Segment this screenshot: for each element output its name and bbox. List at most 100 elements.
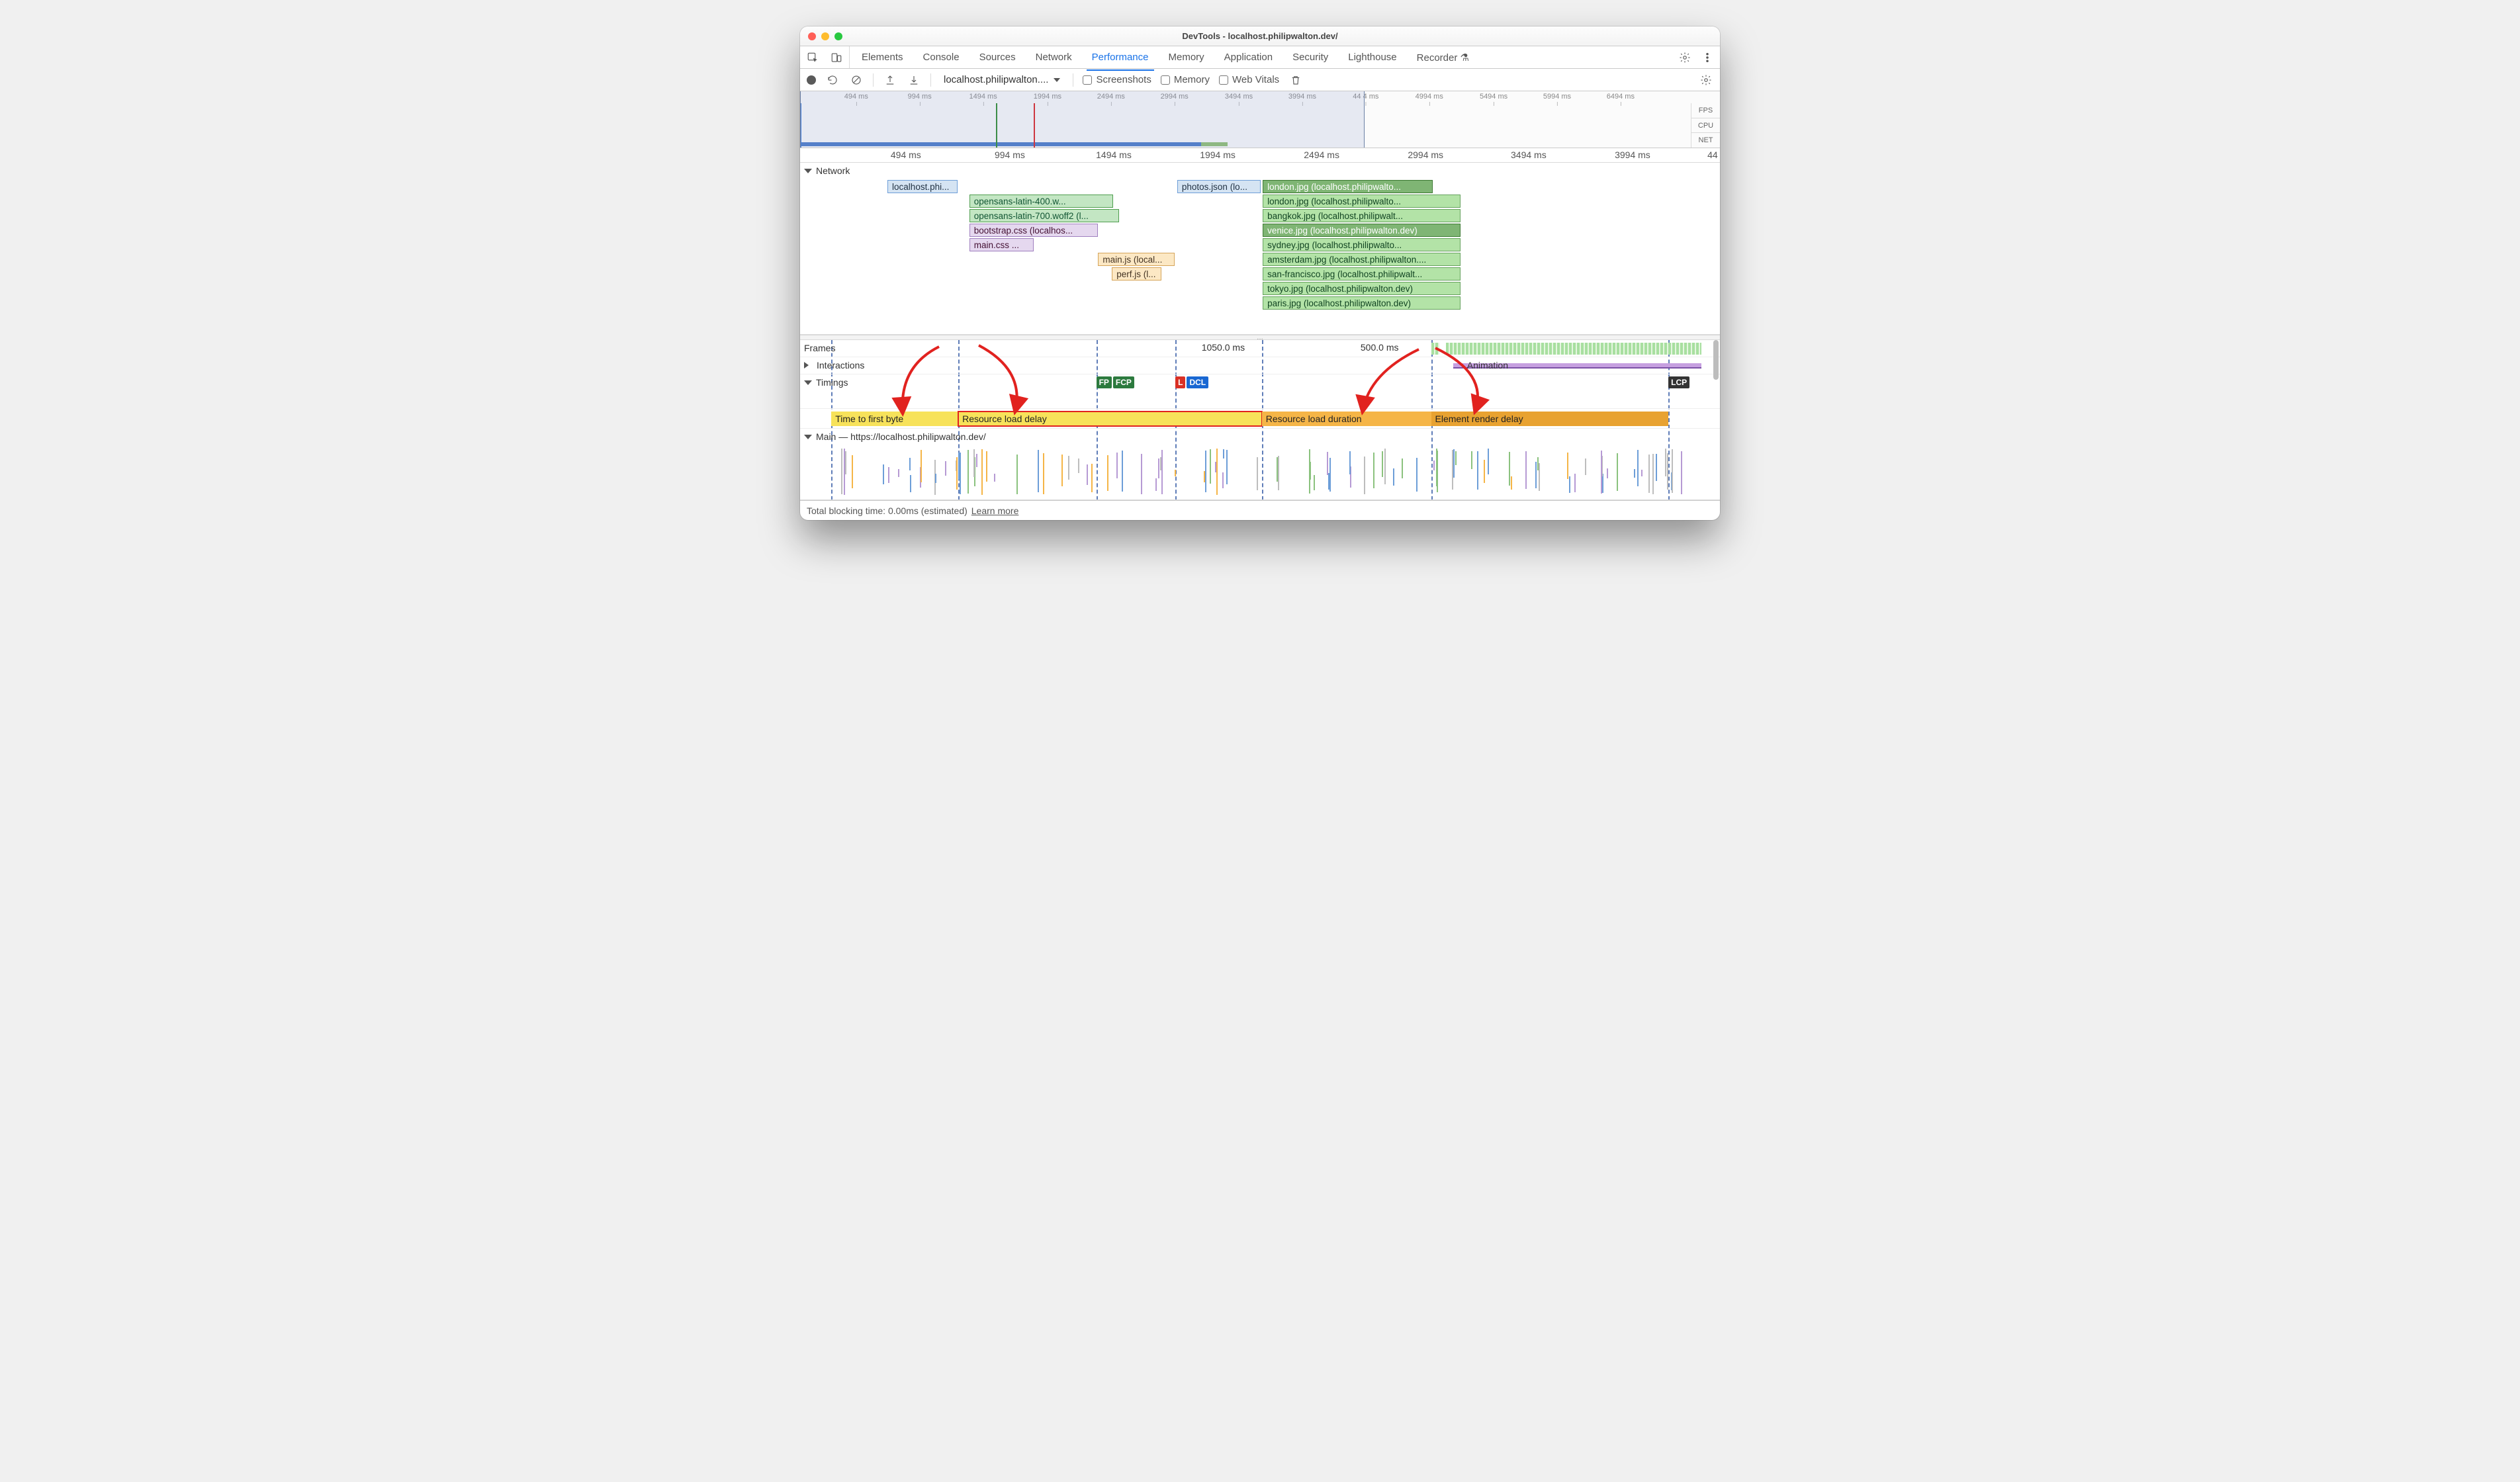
flame-slice[interactable] [1681,451,1682,494]
webvitals-checkbox[interactable]: Web Vitals [1219,74,1279,85]
flame-slice[interactable] [1393,468,1394,486]
network-request[interactable]: tokyo.jpg (localhost.philipwalton.dev) [1263,282,1461,295]
flame-slice[interactable] [1038,450,1039,492]
flame-slice[interactable] [1384,449,1386,484]
flame-slice[interactable] [1484,460,1485,483]
flame-slice[interactable] [1223,449,1224,458]
flame-slice[interactable] [935,474,936,484]
record-button-icon[interactable] [807,75,816,85]
flame-slice[interactable] [1634,469,1635,478]
flame-slice[interactable] [1453,449,1455,478]
tab-performance[interactable]: Performance [1091,48,1150,67]
frames-row[interactable]: Frames 1050.0 ms 500.0 ms [800,340,1720,357]
flame-slice[interactable] [845,451,846,474]
network-request[interactable]: paris.jpg (localhost.philipwalton.dev) [1263,296,1461,310]
network-request[interactable]: bootstrap.css (localhos... [969,224,1099,237]
zoom-icon[interactable] [834,32,842,40]
learn-more-link[interactable]: Learn more [971,505,1019,516]
network-request[interactable]: amsterdam.jpg (localhost.philipwalton...… [1263,253,1461,266]
network-track[interactable]: localhost.phi...opensans-latin-400.w...o… [800,179,1720,335]
inspect-element-icon[interactable] [805,50,820,65]
flame-slice[interactable] [1122,451,1123,492]
close-icon[interactable] [808,32,816,40]
tab-elements[interactable]: Elements [860,48,905,67]
flame-slice[interactable] [1161,450,1163,494]
flame-slice[interactable] [1656,454,1657,481]
flame-slice[interactable] [898,469,899,476]
flame-slice[interactable] [960,453,961,494]
tab-memory[interactable]: Memory [1167,48,1206,67]
network-request[interactable]: main.js (local... [1098,253,1174,266]
clear-icon[interactable] [849,73,864,87]
flame-slice[interactable] [1488,449,1489,474]
network-request[interactable]: bangkok.jpg (localhost.philipwalt... [1263,209,1461,222]
flame-slice[interactable] [1637,450,1639,486]
flame-slice[interactable] [1416,458,1418,492]
flame-slice[interactable] [883,464,884,484]
tab-network[interactable]: Network [1034,48,1073,67]
profile-select[interactable]: localhost.philipwalton.... [940,72,1063,87]
flame-slice[interactable] [1226,450,1228,484]
network-request[interactable]: opensans-latin-700.woff2 (l... [969,209,1120,222]
flame-slice[interactable] [1648,455,1650,493]
flame-slice[interactable] [1210,449,1211,484]
tab-recorder[interactable]: Recorder ⚗ [1416,48,1470,67]
flame-slice[interactable] [1511,476,1512,490]
network-request[interactable]: london.jpg (localhost.philipwalto... [1263,180,1433,193]
flame-slice[interactable] [1068,456,1069,480]
flame-slice[interactable] [1672,449,1673,494]
lcp-breakdown-row[interactable]: Time to first byte Resource load delay R… [800,409,1720,429]
flame-slice[interactable] [841,449,842,494]
device-toolbar-icon[interactable] [829,50,844,65]
flame-slice[interactable] [1091,464,1093,492]
upload-icon[interactable] [883,73,897,87]
flame-slice[interactable] [1216,449,1218,495]
flame-slice[interactable] [1402,458,1403,478]
flame-slice[interactable] [1537,457,1539,470]
flame-slice[interactable] [1525,451,1527,490]
flame-slice[interactable] [1477,451,1478,490]
flame-slice[interactable] [1043,453,1044,494]
minimize-icon[interactable] [821,32,829,40]
main-thread-row[interactable]: Main — https://localhost.philipwalton.de… [800,429,1720,500]
flame-slice[interactable] [910,475,911,492]
flame-slice[interactable] [1205,451,1206,493]
flame-slice[interactable] [1652,454,1654,495]
flame-slice[interactable] [1078,458,1079,473]
flame-slice[interactable] [1437,451,1438,493]
flame-slice[interactable] [958,453,960,480]
flame-slice[interactable] [994,474,995,482]
flame-slice[interactable] [1116,453,1118,478]
interactions-row[interactable]: Interactions Animation [800,357,1720,374]
network-request[interactable]: london.jpg (localhost.philipwalto... [1263,195,1461,208]
network-request[interactable]: photos.json (lo... [1177,180,1261,193]
capture-settings-gear-icon[interactable] [1699,73,1713,87]
flame-slice[interactable] [976,454,977,467]
flame-slice[interactable] [1641,470,1642,476]
network-request[interactable]: opensans-latin-400.w... [969,195,1113,208]
flame-slice[interactable] [1314,475,1315,490]
network-request[interactable]: sydney.jpg (localhost.philipwalto... [1263,238,1461,251]
scrollbar[interactable] [1712,340,1719,500]
flame-slice[interactable] [1364,457,1365,495]
settings-gear-icon[interactable] [1678,50,1692,65]
flame-slice[interactable] [1329,458,1331,492]
flame-slice[interactable] [1155,478,1157,491]
flame-slice[interactable] [1373,453,1374,488]
flame-slice[interactable] [1617,453,1618,491]
flame-slice[interactable] [1158,458,1159,478]
screenshots-checkbox[interactable]: Screenshots [1083,74,1151,85]
download-icon[interactable] [907,73,921,87]
flame-slice[interactable] [968,450,969,494]
kebab-menu-icon[interactable] [1700,50,1715,65]
flame-slice[interactable] [844,449,845,495]
flame-slice[interactable] [909,458,911,471]
scrollbar-thumb[interactable] [1713,340,1719,380]
flame-slice[interactable] [888,467,889,482]
memory-checkbox[interactable]: Memory [1161,74,1210,85]
network-request[interactable]: san-francisco.jpg (localhost.philipwalt.… [1263,267,1461,281]
flame-slice[interactable] [1535,462,1537,488]
flame-slice[interactable] [1607,468,1608,478]
segment-element-render-delay[interactable]: Element render delay [1431,412,1669,426]
flame-slice[interactable] [1087,464,1088,485]
